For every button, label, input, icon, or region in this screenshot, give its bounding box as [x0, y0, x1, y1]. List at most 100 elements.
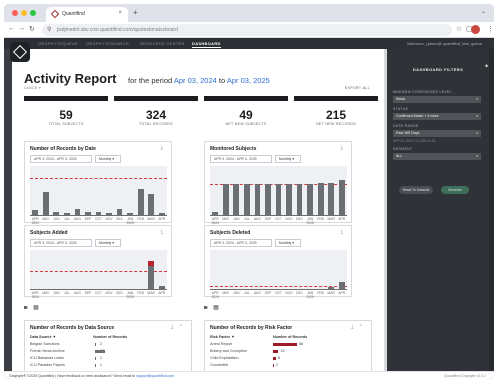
date-range-field[interactable]: APR 3, 2024 - APR 3, 2025: [210, 239, 272, 247]
lance-dropdown[interactable]: LANCE ▾: [24, 86, 41, 90]
collapse-icon[interactable]: ⌃: [359, 324, 363, 330]
x-tick-label: APR: [158, 217, 166, 221]
download-icon[interactable]: ⤓: [161, 145, 163, 151]
chart-bar[interactable]: [317, 182, 324, 216]
granularity-select[interactable]: Monthly ▾: [275, 155, 301, 163]
chart-bar[interactable]: [254, 183, 261, 216]
x-tick-label: JUN: [233, 217, 240, 221]
chart-bar[interactable]: [42, 191, 49, 216]
forward-icon[interactable]: →: [18, 25, 25, 32]
generate-button[interactable]: Generate: [441, 186, 469, 194]
download-icon[interactable]: ⤓: [161, 229, 163, 235]
period-to: to: [218, 76, 226, 85]
date-range-label: DATE RANGE: [393, 124, 419, 128]
url-field[interactable]: ⚲ jwdjmednt.sbv.cosi.quantifind.com/quot…: [42, 24, 452, 36]
x-tick-label: MAY: [42, 217, 50, 221]
dashboard-filters-panel: DASHBOARD FILTERS MINIMUM CONFIDENCE LEV…: [387, 49, 489, 371]
table-cell-name: Bribery and Corruption: [210, 349, 248, 353]
download-icon[interactable]: ⤓: [171, 324, 173, 330]
site-info-icon[interactable]: ⚲: [47, 26, 51, 33]
browser-menu-icon[interactable]: ⋮: [487, 25, 494, 33]
chart-plot: [30, 166, 167, 216]
support-email-link[interactable]: support@quantifind.com: [136, 374, 174, 378]
card-records-by-risk: Number of Records by Risk Factor ⤓ ⌃ Ris…: [204, 320, 372, 371]
bar-view-icon[interactable]: ⫢: [24, 305, 27, 311]
column-header-count[interactable]: Number of Records: [273, 335, 307, 339]
tab-list-chevron-icon[interactable]: ⌄: [481, 8, 486, 15]
stat-value: 49: [239, 108, 253, 122]
chart-bar[interactable]: [275, 183, 282, 216]
chart-bar[interactable]: [307, 183, 313, 216]
close-window-button[interactable]: [12, 10, 18, 16]
x-tick-label: JUN: [53, 291, 60, 295]
profile-avatar[interactable]: [471, 25, 480, 34]
granularity-select[interactable]: Monthly ▾: [95, 239, 121, 247]
browser-window: Quantifind × + ⌄ ← → ↻ ⚲ jwdjmednt.sbv.c…: [4, 4, 494, 379]
nav-graphytequeue[interactable]: GRAPHYTEQUEUE: [38, 41, 78, 46]
chart-bar[interactable]: [233, 184, 240, 216]
column-header-source[interactable]: Data Source ▼: [30, 335, 56, 339]
chart-bar[interactable]: [328, 182, 335, 216]
chart-bar[interactable]: [286, 183, 292, 216]
close-tab-icon[interactable]: ×: [118, 10, 122, 16]
column-header-count[interactable]: Number of Records: [93, 335, 127, 339]
nav-resource-center[interactable]: RESOURCE CENTER: [140, 41, 185, 46]
download-icon[interactable]: ⤓: [341, 229, 343, 235]
welcome-user-menu[interactable]: Welcome, j.jason@ quantifind_test_queue: [407, 41, 482, 46]
x-tick-label: SEP: [264, 217, 272, 221]
period-start-link[interactable]: Apr 03, 2024: [174, 76, 217, 85]
bar-view-icon[interactable]: ⫢: [204, 305, 207, 311]
reload-icon[interactable]: ↻: [29, 25, 35, 33]
x-tick-year: 2024: [31, 295, 39, 299]
status-select[interactable]: Confirmed Match + 4 more ▾: [393, 113, 481, 120]
stat-value: 59: [59, 108, 73, 122]
bookmark-star-icon[interactable]: ☆: [456, 25, 462, 33]
date-range-field[interactable]: APR 3, 2024 - APR 3, 2025: [30, 155, 92, 163]
card-title: Number of Records by Date: [30, 146, 96, 152]
graphyte-logo[interactable]: [10, 42, 30, 62]
chart-bar[interactable]: [265, 184, 271, 216]
browser-tab[interactable]: Quantifind ×: [46, 7, 128, 22]
pin-panel-icon[interactable]: ✦: [484, 63, 489, 70]
reset-defaults-button[interactable]: Reset To Defaults: [399, 186, 433, 194]
chart-bar[interactable]: [222, 184, 229, 216]
new-tab-icon[interactable]: +: [133, 8, 138, 17]
period-end-link[interactable]: Apr 03, 2025: [227, 76, 270, 85]
date-range-field[interactable]: APR 3, 2024 - APR 3, 2025: [30, 239, 92, 247]
x-tick-label: FEB: [137, 291, 144, 295]
maximize-window-button[interactable]: [30, 10, 36, 16]
confidence-select[interactable]: Weak ▾: [393, 96, 481, 103]
x-tick-label: DEC: [296, 291, 304, 295]
status-label: STATUS: [393, 107, 409, 111]
column-header-risk[interactable]: Risk Factor ▼: [210, 335, 235, 339]
date-range-select[interactable]: Past 365 Days ▾: [393, 130, 481, 137]
x-tick-label: MAR: [327, 291, 335, 295]
chart-bar[interactable]: [296, 183, 303, 216]
segment-select[interactable]: ALL ▾: [393, 153, 481, 160]
confidence-label: MINIMUM CONFIDENCE LEVEL: [393, 90, 452, 94]
stat-net-new-records: 215 NET NEW RECORDS: [294, 96, 378, 130]
nav-graphytesearch[interactable]: GRAPHYTESEARCH: [86, 41, 129, 46]
x-tick-label: SEP: [84, 291, 92, 295]
date-range-field[interactable]: APR 3, 2024 - APR 3, 2025: [210, 155, 272, 163]
chart-plot: [30, 250, 167, 290]
chart-bar[interactable]: [137, 189, 144, 216]
x-axis-line: [210, 289, 347, 290]
collapse-icon[interactable]: ⌃: [179, 324, 183, 330]
card-tools: ⤓ ⌃: [351, 324, 363, 330]
download-icon[interactable]: ⤓: [341, 145, 343, 151]
minimize-window-button[interactable]: [21, 10, 27, 16]
table-view-icon[interactable]: ▦: [213, 305, 219, 311]
granularity-select[interactable]: Monthly ▾: [95, 155, 121, 163]
table-view-icon[interactable]: ▦: [33, 305, 39, 311]
nav-dashboard[interactable]: DASHBOARD: [192, 41, 221, 48]
chart-plot: [210, 250, 347, 290]
back-icon[interactable]: ←: [8, 25, 15, 32]
download-icon[interactable]: ⤓: [351, 324, 353, 330]
chart-bar[interactable]: [338, 180, 345, 216]
chart-bar[interactable]: [243, 184, 250, 216]
granularity-select[interactable]: Monthly ▾: [275, 239, 301, 247]
export-all-button[interactable]: EXPORT ALL: [345, 86, 370, 90]
chevron-down-icon: ▾: [476, 131, 478, 135]
chart-bar[interactable]: [148, 193, 155, 216]
